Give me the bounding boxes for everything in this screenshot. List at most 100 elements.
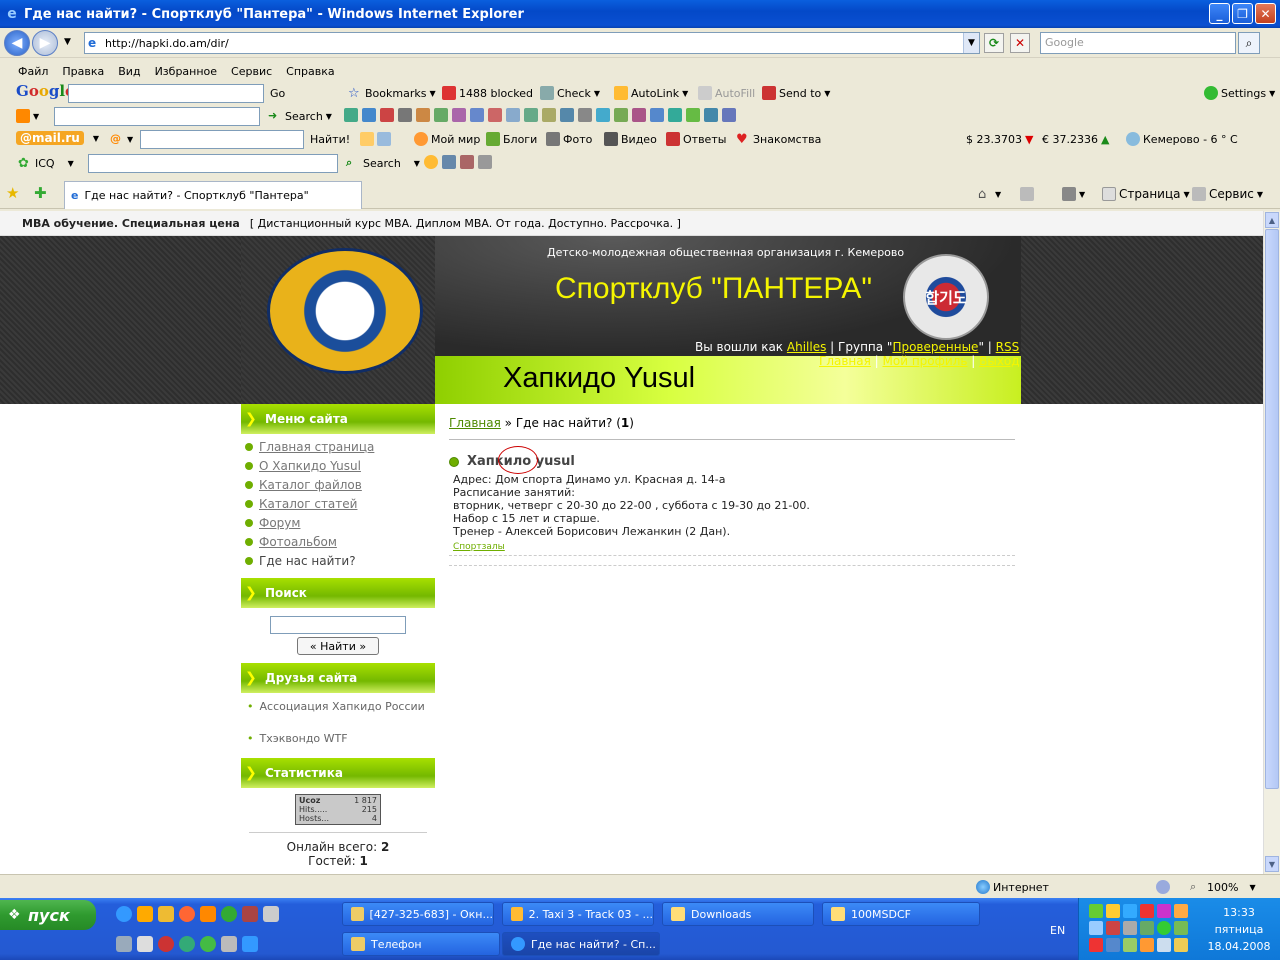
search-button[interactable]: ⌕	[1238, 32, 1260, 54]
scroll-down-icon[interactable]: ▼	[1265, 856, 1279, 872]
tray-icon[interactable]	[1123, 904, 1137, 918]
feeds-button[interactable]	[1020, 186, 1034, 202]
zoom-control[interactable]: ⌕ 100% ▼	[1190, 879, 1256, 895]
app-icon[interactable]	[242, 936, 258, 952]
print-button[interactable]: ▼	[1062, 186, 1085, 202]
weather-widget[interactable]: Кемерово - 6 ° C	[1126, 131, 1238, 147]
stop-button[interactable]: ✕	[1010, 33, 1030, 53]
ad-banner[interactable]: MBA обучение. Специальная цена [ Дистанц…	[0, 211, 1263, 236]
back-button[interactable]: ◀	[4, 30, 30, 56]
app-icon[interactable]	[200, 906, 216, 922]
sidebar-item-where[interactable]: Где нас найти?	[245, 554, 356, 568]
nav-logout-link[interactable]: Выход	[979, 354, 1019, 368]
tool-icon[interactable]	[668, 108, 682, 122]
menu-edit[interactable]: Правка	[62, 65, 104, 78]
tool-icon[interactable]	[560, 108, 574, 122]
tray-icon[interactable]	[1140, 904, 1154, 918]
tool-icon[interactable]	[722, 108, 736, 122]
icq-button[interactable]: ✿ ICQ ▼	[18, 155, 74, 171]
tool-icon[interactable]	[398, 108, 412, 122]
app-icon[interactable]	[158, 936, 174, 952]
scroll-thumb[interactable]	[1265, 229, 1279, 789]
sidebar-item-about[interactable]: О Хапкидо Yusul	[245, 459, 361, 473]
mail-icon[interactable]	[442, 155, 456, 169]
user-icon[interactable]	[460, 155, 474, 169]
tool-icon[interactable]	[632, 108, 646, 122]
mailru-answers-link[interactable]: Ответы	[666, 131, 726, 147]
maximize-button[interactable]: ❐	[1232, 3, 1253, 24]
mailru-logo[interactable]: @mail.ru ▼	[16, 130, 99, 146]
smiley-icon[interactable]	[424, 155, 438, 169]
popup-blocked-button[interactable]: 1488 blocked	[442, 85, 533, 101]
start-button[interactable]: пуск	[0, 900, 96, 930]
tool-icon[interactable]	[542, 108, 556, 122]
tool-icon[interactable]	[344, 108, 358, 122]
history-dropdown-icon[interactable]: ▼	[64, 37, 71, 47]
toolbar-search-button[interactable]: ➜ Search ▼	[268, 108, 332, 124]
toolbar-search-input[interactable]	[54, 107, 260, 126]
tray-icon[interactable]	[1157, 921, 1171, 935]
mailru-at-icon[interactable]: @ ▼	[110, 131, 133, 147]
icq-search-input[interactable]	[88, 154, 338, 173]
ie-icon[interactable]	[116, 906, 132, 922]
menu-help[interactable]: Справка	[286, 65, 334, 78]
mailru-blogs-link[interactable]: Блоги	[486, 131, 537, 147]
icq-search-button[interactable]: ⌕ Search ▼	[346, 155, 420, 171]
mailru-photo-link[interactable]: Фото	[546, 131, 592, 147]
tool-icon[interactable]	[478, 155, 492, 169]
tool-icon[interactable]	[362, 108, 376, 122]
pencil-icon[interactable]	[360, 132, 374, 146]
menu-favorites[interactable]: Избранное	[155, 65, 217, 78]
sidebar-item-files[interactable]: Каталог файлов	[245, 478, 362, 492]
vertical-scrollbar[interactable]: ▲ ▼	[1263, 211, 1280, 874]
tray-icon[interactable]	[1174, 938, 1188, 952]
breadcrumb-home-link[interactable]: Главная	[449, 416, 501, 430]
tool-icon[interactable]	[596, 108, 610, 122]
autofill-button[interactable]: AutoFill	[698, 85, 755, 101]
mailru-myworld-link[interactable]: Мой мир	[414, 131, 480, 147]
task-icq-window[interactable]: [427-325-683] - Окн...	[342, 902, 494, 926]
tray-icon[interactable]	[1140, 921, 1154, 935]
tray-icon[interactable]	[1140, 938, 1154, 952]
tool-icon[interactable]	[452, 108, 466, 122]
language-indicator[interactable]: EN	[1050, 924, 1065, 937]
tray-icon[interactable]	[1157, 938, 1171, 952]
sidebar-search-input[interactable]	[270, 616, 406, 634]
tray-icon[interactable]	[1174, 904, 1188, 918]
tool-icon[interactable]	[650, 108, 664, 122]
address-bar[interactable]: e http://hapki.do.am/dir/ ▼	[84, 32, 980, 54]
security-zone[interactable]: Интернет	[976, 879, 1049, 895]
tool-icon[interactable]	[380, 108, 394, 122]
eur-rate[interactable]: € 37.2336 ▲	[1042, 131, 1109, 147]
menu-tools[interactable]: Сервис	[231, 65, 272, 78]
tray-icon[interactable]	[1123, 921, 1137, 935]
forward-button[interactable]: ▶	[32, 30, 58, 56]
mailru-dating-link[interactable]: ♥ Знакомства	[736, 131, 821, 147]
rss-link[interactable]: RSS	[996, 340, 1020, 354]
refresh-button[interactable]: ⟳	[984, 33, 1004, 53]
tool-icon[interactable]	[578, 108, 592, 122]
ad-text[interactable]: [ Дистанционный курс MBA. Диплом MBA. От…	[250, 217, 681, 230]
tool-icon[interactable]	[524, 108, 538, 122]
tool-icon[interactable]	[434, 108, 448, 122]
user-link[interactable]: Ahilles	[787, 340, 826, 354]
sidebar-item-articles[interactable]: Каталог статей	[245, 497, 357, 511]
tray-icon[interactable]	[1089, 904, 1103, 918]
close-button[interactable]: ✕	[1255, 3, 1276, 24]
tool-icon[interactable]	[506, 108, 520, 122]
tools-menu-button[interactable]: Сервис ▼	[1192, 186, 1263, 202]
google-settings-button[interactable]: Settings ▼	[1204, 85, 1275, 101]
ucoz-counter[interactable]: Ucoz 1 817 Hits..... 215 Hosts... 4	[295, 794, 381, 825]
app-icon[interactable]	[242, 906, 258, 922]
mailru-find-button[interactable]: Найти!	[310, 131, 350, 147]
sidebar-item-photos[interactable]: Фотоальбом	[245, 535, 337, 549]
clock[interactable]: 13:33 пятница 18.04.2008	[1199, 904, 1279, 955]
usd-rate[interactable]: $ 23.3703 ▼	[966, 131, 1033, 147]
tool-icon[interactable]	[686, 108, 700, 122]
address-dropdown-icon[interactable]: ▼	[963, 33, 979, 53]
task-taxi-track[interactable]: 2. Taxi 3 - Track 03 - ...	[502, 902, 654, 926]
app-icon[interactable]	[137, 936, 153, 952]
mailru-search-input[interactable]	[140, 130, 304, 149]
friend-link-taekwondo[interactable]: Тхэквондо WTF	[247, 732, 348, 745]
tray-icon[interactable]	[1123, 938, 1137, 952]
